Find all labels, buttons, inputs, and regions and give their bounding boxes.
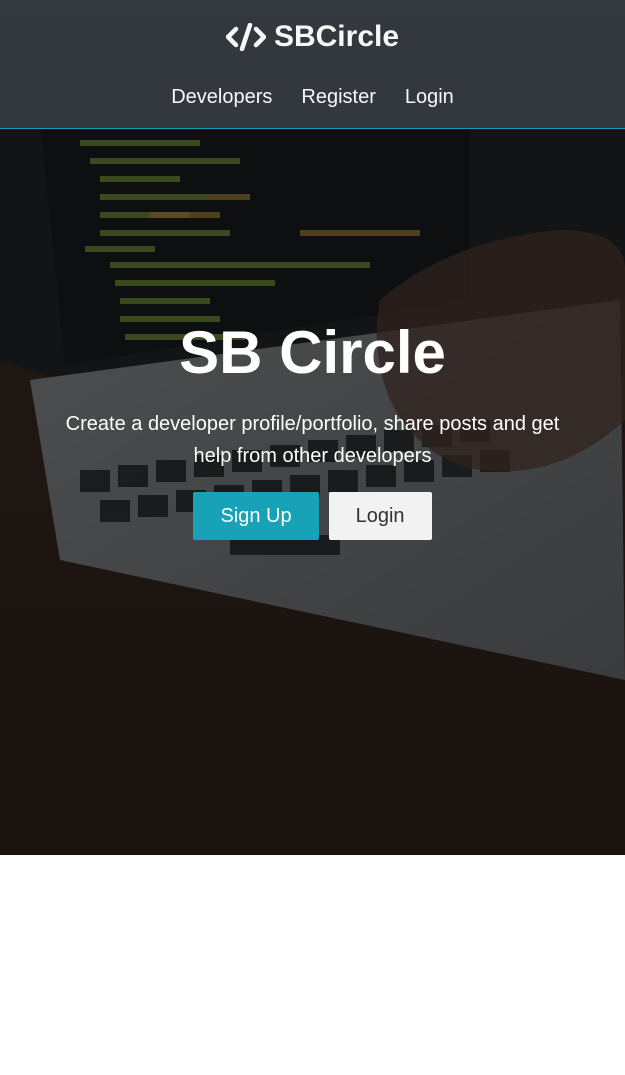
- hero-buttons: Sign Up Login: [0, 492, 625, 540]
- navbar: SBCircle Developers Register Login: [0, 0, 625, 129]
- nav-link-developers[interactable]: Developers: [171, 82, 272, 112]
- nav-link-register[interactable]: Register: [301, 82, 375, 112]
- nav-links: Developers Register Login: [0, 82, 625, 112]
- login-button[interactable]: Login: [328, 492, 432, 540]
- hero-content: SB Circle Create a developer profile/por…: [0, 315, 625, 540]
- nav-link-login[interactable]: Login: [405, 82, 454, 112]
- hero-title: SB Circle: [179, 319, 446, 386]
- brand-link[interactable]: SBCircle: [0, 16, 625, 63]
- code-icon: [225, 23, 266, 51]
- brand-name: SBCircle: [273, 20, 400, 53]
- hero-lead-text: Create a developer profile/portfolio, sh…: [65, 413, 560, 467]
- signup-button[interactable]: Sign Up: [193, 492, 319, 540]
